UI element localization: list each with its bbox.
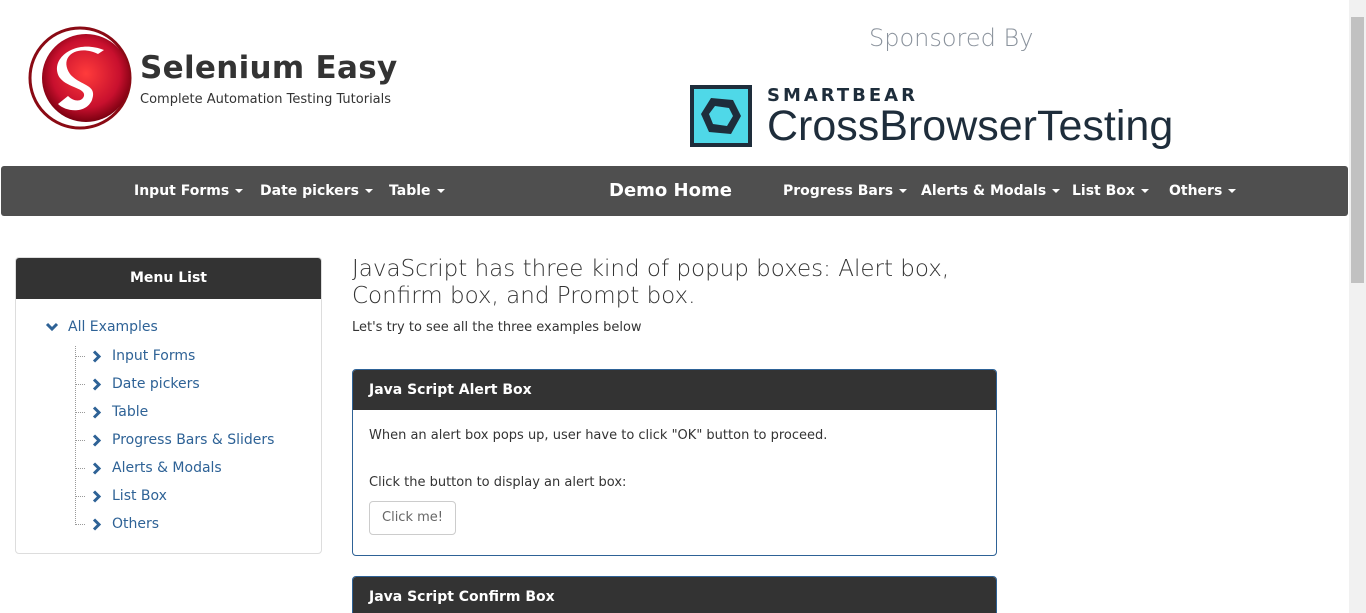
brand-logo[interactable]: Selenium Easy Complete Automation Testin… [28, 26, 397, 130]
crossbrowsertesting-logo-icon [690, 85, 752, 147]
sidebar-item-label: Input Forms [112, 348, 196, 364]
caret-down-icon [436, 189, 445, 193]
caret-down-icon [1228, 189, 1237, 193]
caret-down-icon [235, 189, 244, 193]
confirm-panel-title: Java Script Confirm Box [353, 577, 996, 613]
nav-others[interactable]: Others [1169, 166, 1237, 216]
sponsor-banner[interactable]: SMARTBEAR CrossBrowserTesting [689, 84, 1173, 148]
nav-list-box[interactable]: List Box [1072, 166, 1149, 216]
sidebar-item-table[interactable]: Table [75, 404, 148, 420]
sidebar-item-label: Progress Bars & Sliders [112, 432, 275, 448]
sidebar-item-list-box[interactable]: List Box [75, 488, 167, 504]
caret-down-icon [1140, 189, 1149, 193]
nav-alerts-modals[interactable]: Alerts & Modals [921, 166, 1061, 216]
page-scrollbar[interactable] [1349, 0, 1366, 613]
sidebar-title: Menu List [16, 258, 321, 299]
brand-subtitle: Complete Automation Testing Tutorials [140, 92, 392, 107]
chevron-right-icon [92, 377, 102, 391]
nav-demo-home[interactable]: Demo Home [609, 166, 732, 216]
chevron-right-icon [92, 517, 102, 531]
chevron-right-icon [92, 433, 102, 447]
site-header: Selenium Easy Complete Automation Testin… [0, 0, 1349, 166]
nav-input-forms-label: Input Forms [134, 183, 230, 199]
page-heading: JavaScript has three kind of popup boxes… [352, 256, 950, 309]
nav-others-label: Others [1169, 183, 1223, 199]
chevron-right-icon [92, 405, 102, 419]
nav-alerts-modals-label: Alerts & Modals [921, 183, 1047, 199]
alert-click-me-button[interactable]: Click me! [369, 501, 456, 535]
alert-panel-title: Java Script Alert Box [353, 370, 996, 410]
sponsor-text: SMARTBEAR CrossBrowserTesting [767, 85, 1173, 148]
alert-box-panel: Java Script Alert Box When an alert box … [352, 369, 997, 556]
sidebar-item-progress-bars-sliders[interactable]: Progress Bars & Sliders [75, 432, 274, 448]
alert-panel-body: When an alert box pops up, user have to … [353, 410, 996, 553]
crossbrowsertesting-label: CrossBrowserTesting [767, 101, 1174, 150]
confirm-box-panel: Java Script Confirm Box [352, 576, 997, 613]
sidebar-item-label: Others [112, 516, 160, 532]
sidebar-item-label: Table [112, 404, 149, 420]
chevron-right-icon [92, 461, 102, 475]
sidebar-item-input-forms[interactable]: Input Forms [75, 348, 195, 364]
nav-input-forms[interactable]: Input Forms [134, 166, 244, 216]
nav-table-label: Table [389, 183, 431, 199]
page-subheading: Let's try to see all the three examples … [352, 320, 642, 335]
tree-root-label: All Examples [68, 319, 158, 335]
menu-tree: All Examples Input Forms Date pickers Ta… [16, 299, 321, 549]
caret-down-icon [364, 189, 373, 193]
chevron-right-icon [92, 489, 102, 503]
chevron-down-icon [45, 322, 59, 332]
nav-progress-bars-label: Progress Bars [783, 183, 894, 199]
alert-instruction: Click the button to display an alert box… [369, 475, 627, 490]
sponsor-label: Sponsored By [869, 24, 1034, 52]
sidebar-item-label: Alerts & Modals [112, 460, 222, 476]
brand-title: Selenium Easy [140, 50, 398, 86]
sidebar-menu: Menu List All Examples Input Forms Date … [15, 257, 322, 554]
nav-date-pickers[interactable]: Date pickers [260, 166, 373, 216]
main-navbar: Input Forms Date pickers Table Demo Home… [1, 166, 1348, 216]
nav-progress-bars[interactable]: Progress Bars [783, 166, 908, 216]
sidebar-item-alerts-modals[interactable]: Alerts & Modals [75, 460, 222, 476]
sidebar-item-label: List Box [112, 488, 167, 504]
nav-demo-home-label: Demo Home [609, 180, 732, 201]
chevron-right-icon [92, 349, 102, 363]
scrollbar-thumb[interactable] [1351, 17, 1364, 283]
sidebar-item-label: Date pickers [112, 376, 200, 392]
nav-date-pickers-label: Date pickers [260, 183, 359, 199]
caret-down-icon [899, 189, 908, 193]
nav-table[interactable]: Table [389, 166, 445, 216]
alert-description: When an alert box pops up, user have to … [369, 428, 828, 443]
selenium-easy-logo-icon [28, 26, 132, 130]
tree-root-all-examples[interactable]: All Examples [45, 319, 158, 335]
sidebar-item-date-pickers[interactable]: Date pickers [75, 376, 200, 392]
sidebar-item-others[interactable]: Others [75, 516, 159, 532]
caret-down-icon [1052, 189, 1061, 193]
nav-list-box-label: List Box [1072, 183, 1135, 199]
brand-text: Selenium Easy Complete Automation Testin… [140, 50, 440, 107]
